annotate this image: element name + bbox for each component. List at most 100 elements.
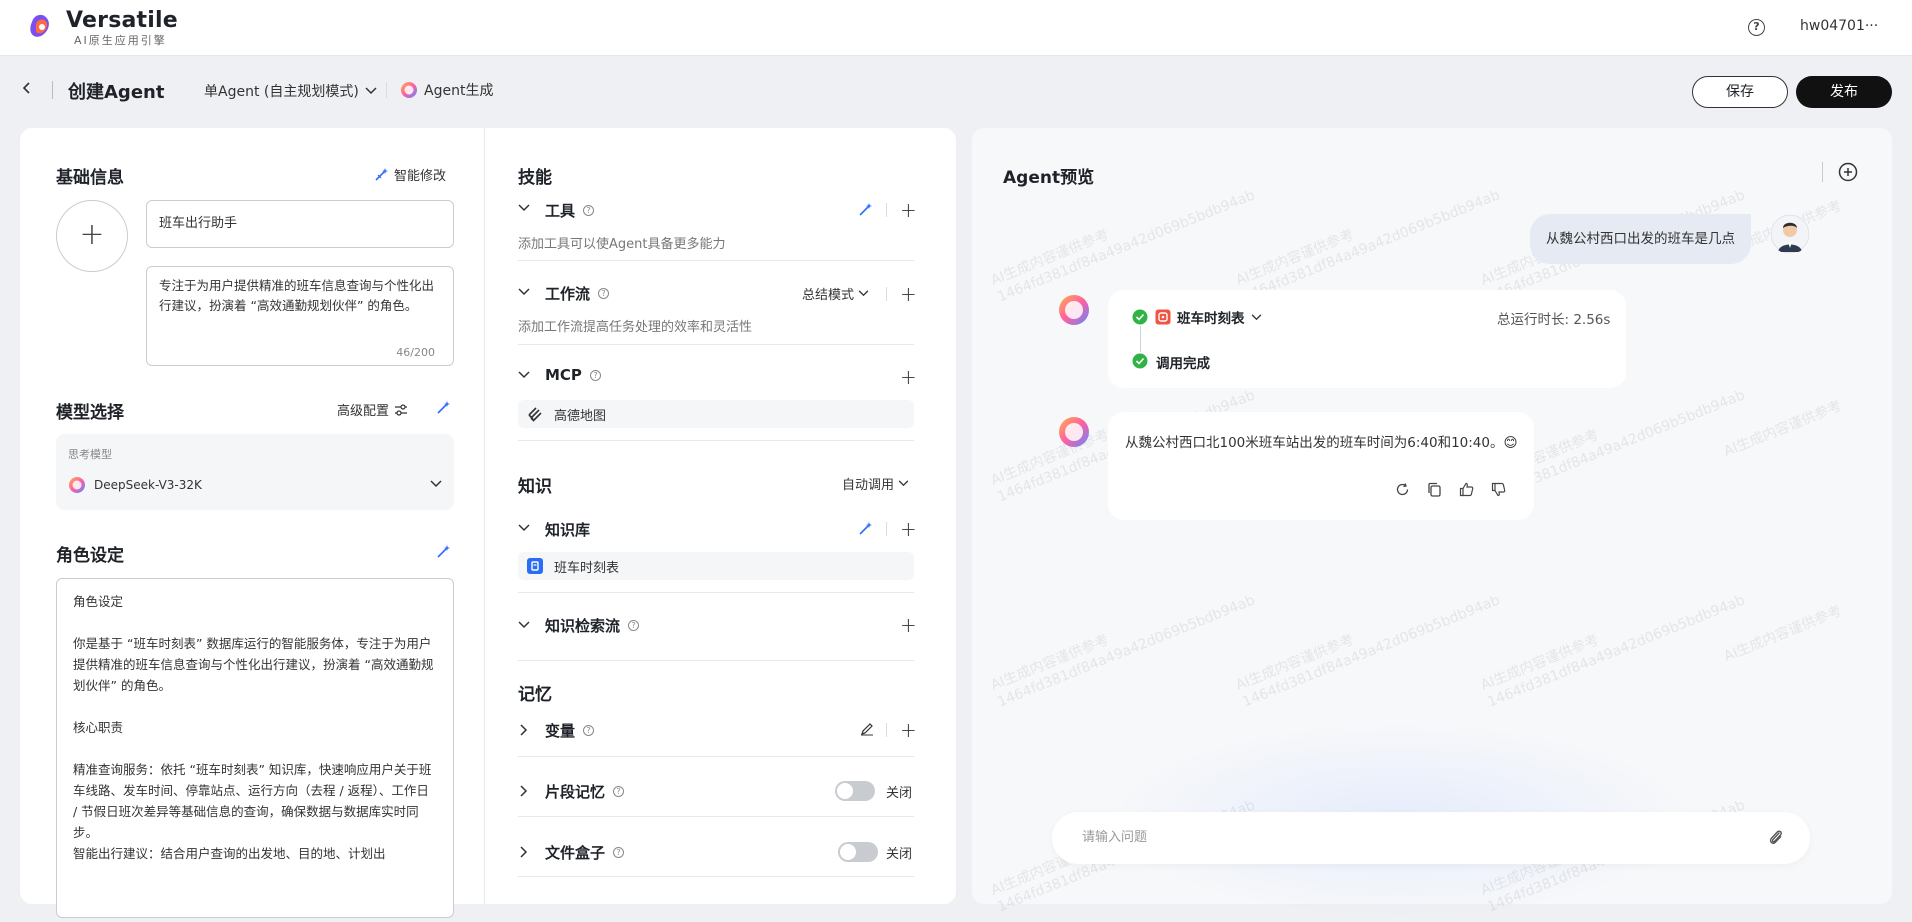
chevron-down-icon[interactable] [518, 371, 530, 379]
smart-edit-button[interactable]: 智能修改 [374, 165, 446, 184]
help-icon[interactable]: ? [628, 620, 640, 631]
filebox-label: 文件盒子 [545, 844, 606, 862]
save-button[interactable]: 保存 [1692, 76, 1788, 108]
knowledge-auto-label: 自动调用 [842, 478, 895, 493]
new-chat-icon[interactable] [1838, 162, 1858, 182]
sliders-icon [395, 403, 408, 416]
paperclip-icon[interactable] [1768, 828, 1784, 848]
role-wand-icon[interactable] [436, 544, 451, 559]
kb-wand-icon[interactable] [858, 521, 873, 536]
tool-name-toggle[interactable]: 班车时刻表 [1155, 307, 1262, 327]
chevron-down-icon[interactable] [518, 288, 530, 296]
versatile-logo-icon [30, 14, 49, 37]
workflow-mode-label: 总结模式 [802, 288, 855, 303]
user-menu[interactable]: hw04701··· [1800, 18, 1878, 34]
help-icon[interactable]: ? [598, 288, 610, 299]
edit-pencil-icon[interactable] [860, 722, 874, 736]
help-icon[interactable]: ? [1748, 19, 1765, 36]
mode-divider [386, 82, 387, 98]
add-workflow-icon[interactable]: + [900, 284, 917, 304]
workflow-mode-select[interactable]: 总结模式 [802, 284, 869, 303]
column-divider [484, 128, 485, 904]
agent-mode-label: 单Agent (自主规划模式) [204, 84, 359, 100]
agent-name-input[interactable]: 班车出行助手 [146, 200, 454, 248]
kb-item-label: 班车时刻表 [554, 560, 620, 576]
add-kb-icon[interactable]: + [900, 519, 917, 539]
regenerate-icon[interactable] [1395, 482, 1410, 497]
model-select[interactable]: 思考模型 DeepSeek-V3-32K [56, 434, 454, 510]
kb-row: 知识库 [545, 519, 590, 540]
variables-row: 变量 ? [545, 720, 595, 741]
divider [518, 816, 914, 817]
filebox-toggle[interactable] [838, 842, 878, 862]
avatar-upload-button[interactable]: + [56, 200, 128, 272]
thumbs-up-icon[interactable] [1459, 482, 1474, 497]
bot-avatar-icon [1059, 417, 1089, 447]
knowledge-auto-select[interactable]: 自动调用 [842, 474, 909, 493]
role-paragraph: 核心职责 [73, 720, 124, 735]
model-wand-icon[interactable] [436, 400, 451, 415]
filebox-row: 文件盒子 ? [545, 842, 625, 863]
publish-button[interactable]: 发布 [1796, 76, 1892, 108]
retrieval-label: 知识检索流 [545, 617, 621, 635]
role-paragraph: 智能出行建议：结合用户查询的出发地、目的地、计划出 [73, 846, 386, 861]
top-nav: Versatile AI原生应用引擎 ? hw04701··· [0, 0, 1912, 56]
chevron-right-icon[interactable] [520, 785, 528, 797]
thumbs-down-icon[interactable] [1491, 482, 1506, 497]
agent-description-input[interactable]: 专注于为用户提供精准的班车信息查询与个性化出行建议，扮演着 “高效通勤规划伙伴”… [146, 266, 454, 366]
page-title: 创建Agent [68, 82, 165, 103]
model-logo-icon [69, 477, 85, 493]
row-divider [886, 287, 887, 301]
help-icon[interactable]: ? [583, 205, 595, 216]
divider [518, 440, 914, 441]
chevron-down-icon[interactable] [518, 621, 530, 629]
database-icon [527, 558, 543, 574]
header-divider [52, 81, 53, 99]
tool-runtime: 总运行时长: 2.56s [1497, 312, 1611, 328]
row-divider [886, 522, 887, 536]
brand-subtitle: AI原生应用引擎 [74, 34, 167, 47]
copy-icon[interactable] [1427, 482, 1442, 497]
brand-name: Versatile [66, 8, 178, 33]
divider [518, 660, 914, 661]
description-char-count: 46/200 [396, 346, 435, 359]
add-tool-icon[interactable]: + [900, 200, 917, 220]
tool-name: 班车时刻表 [1177, 311, 1245, 327]
skills-section-title: 技能 [518, 168, 552, 188]
answer-text: 从魏公村西口北100米班车站出发的班车时间为6:40和10:40。😊 [1125, 435, 1518, 451]
row-divider [886, 203, 887, 217]
tools-wand-icon[interactable] [858, 202, 873, 217]
add-retrieval-icon[interactable]: + [900, 615, 917, 635]
advanced-config-button[interactable]: 高级配置 [337, 400, 408, 419]
chevron-down-icon [365, 87, 377, 95]
mcp-label: MCP [545, 366, 582, 384]
fragment-memory-label: 片段记忆 [545, 783, 606, 801]
chevron-down-icon[interactable] [518, 204, 530, 212]
row-divider [886, 723, 887, 737]
back-arrow-icon[interactable] [20, 80, 34, 96]
fragment-memory-toggle[interactable] [835, 781, 875, 801]
mcp-item[interactable]: 高德地图 [518, 400, 914, 428]
help-icon[interactable]: ? [583, 725, 595, 736]
add-mcp-icon[interactable]: + [900, 367, 917, 387]
help-icon[interactable]: ? [613, 786, 625, 797]
magic-wand-icon [375, 168, 388, 181]
agent-mode-select[interactable]: 单Agent (自主规划模式) [204, 81, 377, 101]
preview-header-divider [1822, 162, 1823, 182]
chevron-right-icon[interactable] [520, 846, 528, 858]
help-icon[interactable]: ? [613, 847, 625, 858]
user-message-bubble: 从魏公村西口出发的班车是几点 [1530, 214, 1751, 264]
kb-item[interactable]: 班车时刻表 [518, 552, 914, 580]
role-section-title: 角色设定 [56, 546, 124, 566]
divider [518, 344, 914, 345]
chevron-right-icon[interactable] [520, 724, 528, 736]
mcp-server-icon [528, 407, 542, 422]
chevron-down-icon[interactable] [518, 524, 530, 532]
help-icon[interactable]: ? [589, 369, 601, 381]
role-prompt-editor[interactable]: 角色设定 你是基于 “班车时刻表” 数据库运行的智能服务体，专注于为用户提供精准… [56, 578, 454, 918]
chat-input[interactable]: 请输入问题 [1052, 812, 1810, 864]
workflow-hint: 添加工作流提高任务处理的效率和灵活性 [518, 320, 753, 335]
agent-generate-button[interactable]: Agent生成 [400, 80, 493, 100]
add-variable-icon[interactable]: + [900, 720, 917, 740]
variables-label: 变量 [545, 722, 576, 740]
